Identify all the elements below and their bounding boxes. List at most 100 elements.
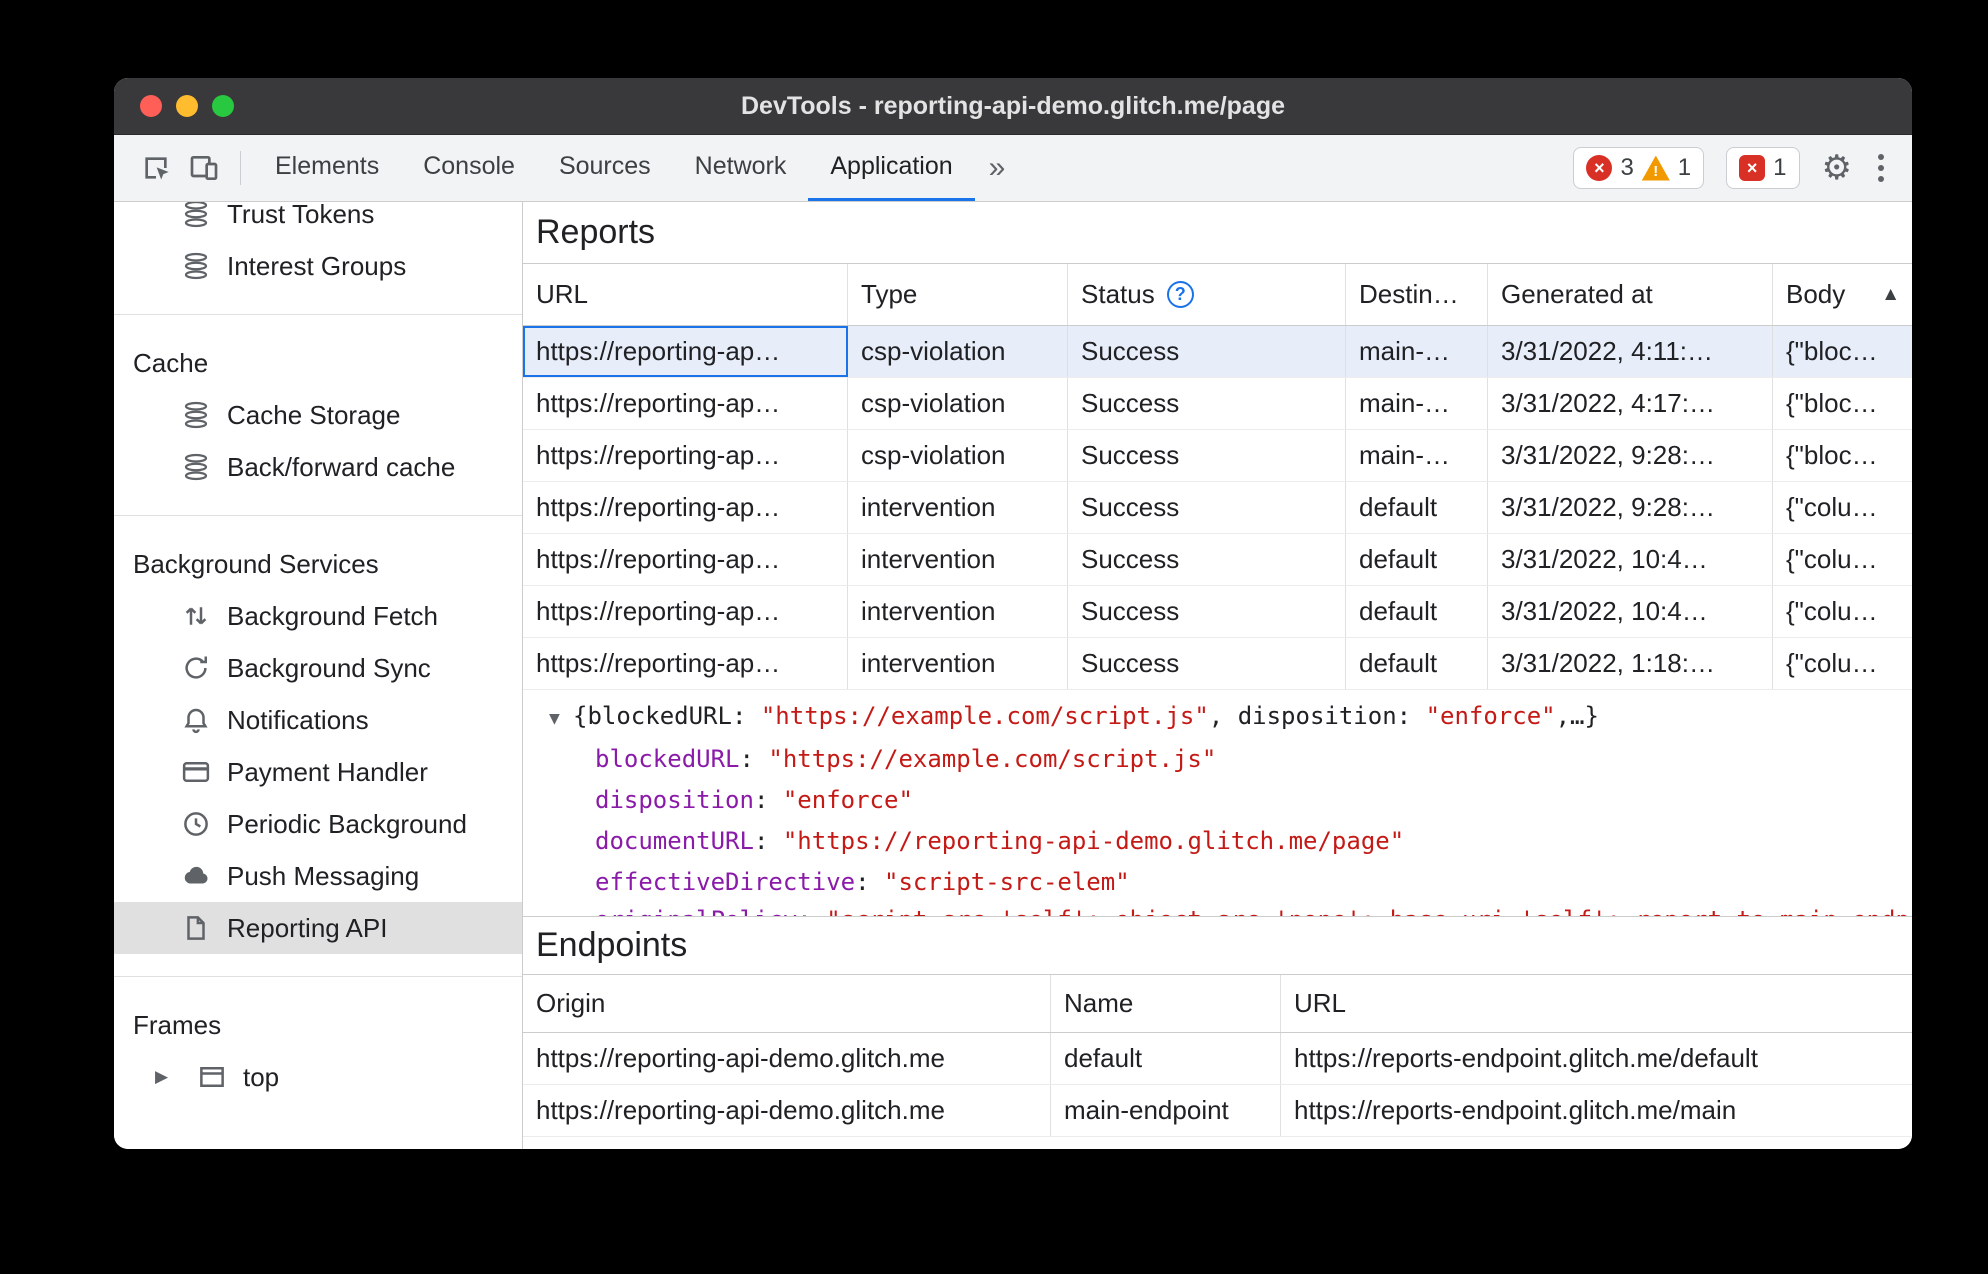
report-destination-cell[interactable]: default	[1346, 534, 1488, 585]
report-destination-cell[interactable]: default	[1346, 586, 1488, 637]
preview-brace: {	[573, 702, 588, 730]
report-body-cell[interactable]: {"bloc…	[1773, 326, 1912, 377]
close-window-button[interactable]	[140, 95, 162, 117]
report-url-cell[interactable]: https://reporting-ap…	[523, 378, 848, 429]
report-body-cell[interactable]: {"colu…	[1773, 638, 1912, 689]
report-type-cell[interactable]: intervention	[848, 638, 1068, 689]
column-header-status[interactable]: Status ?	[1068, 264, 1346, 325]
sidebar-item-trust-tokens[interactable]: Trust Tokens	[114, 202, 522, 240]
report-type-cell[interactable]: csp-violation	[848, 430, 1068, 481]
endpoint-name-cell[interactable]: default	[1051, 1033, 1281, 1084]
tab-application[interactable]: Application	[808, 135, 975, 201]
tab-elements[interactable]: Elements	[253, 135, 401, 201]
endpoint-origin-cell[interactable]: https://reporting-api-demo.glitch.me	[523, 1085, 1051, 1136]
sidebar-item-reporting-api[interactable]: Reporting API	[114, 902, 522, 954]
collapse-toggle-icon[interactable]: ▼	[549, 698, 573, 739]
endpoint-name-cell[interactable]: main-endpoint	[1051, 1085, 1281, 1136]
report-generated-cell[interactable]: 3/31/2022, 4:11:…	[1488, 326, 1773, 377]
report-row[interactable]: https://reporting-ap… csp-violation Succ…	[523, 378, 1912, 430]
minimize-window-button[interactable]	[176, 95, 198, 117]
sidebar-item-back-forward-cache[interactable]: Back/forward cache	[114, 441, 522, 493]
report-generated-cell[interactable]: 3/31/2022, 10:4…	[1488, 534, 1773, 585]
tab-network[interactable]: Network	[673, 135, 809, 201]
report-generated-cell[interactable]: 3/31/2022, 1:18:…	[1488, 638, 1773, 689]
report-generated-cell[interactable]: 3/31/2022, 9:28:…	[1488, 482, 1773, 533]
sidebar-item-payment-handler[interactable]: Payment Handler	[114, 746, 522, 798]
column-header-name[interactable]: Name	[1051, 975, 1281, 1032]
sidebar-item-cache-storage[interactable]: Cache Storage	[114, 389, 522, 441]
endpoint-url-cell[interactable]: https://reports-endpoint.glitch.me/defau…	[1281, 1033, 1912, 1084]
report-url-cell[interactable]: https://reporting-ap…	[523, 534, 848, 585]
report-url-cell[interactable]: https://reporting-ap…	[523, 430, 848, 481]
report-url-cell[interactable]: https://reporting-ap…	[523, 482, 848, 533]
property-value: "https://reporting-api-demo.glitch.me/pa…	[782, 827, 1405, 855]
column-header-url[interactable]: URL	[523, 264, 848, 325]
tab-console[interactable]: Console	[401, 135, 537, 201]
report-status-cell[interactable]: Success	[1068, 638, 1346, 689]
device-toolbar-icon[interactable]	[180, 135, 228, 201]
issues-badge[interactable]: × 1	[1726, 147, 1800, 189]
report-destination-cell[interactable]: default	[1346, 482, 1488, 533]
column-header-endpoint-url[interactable]: URL	[1281, 975, 1912, 1032]
report-destination-cell[interactable]: default	[1346, 638, 1488, 689]
report-url-cell[interactable]: https://reporting-ap…	[523, 638, 848, 689]
sidebar-item-push-messaging[interactable]: Push Messaging	[114, 850, 522, 902]
report-type-cell[interactable]: intervention	[848, 482, 1068, 533]
settings-gear-icon[interactable]: ⚙	[1822, 151, 1852, 185]
report-generated-cell[interactable]: 3/31/2022, 9:28:…	[1488, 430, 1773, 481]
panel-tabs: Elements Console Sources Network Applica…	[253, 135, 1019, 201]
tab-sources[interactable]: Sources	[537, 135, 673, 201]
sidebar-item-background-sync[interactable]: Background Sync	[114, 642, 522, 694]
column-header-body[interactable]: Body ▲	[1773, 264, 1912, 325]
report-type-cell[interactable]: csp-violation	[848, 326, 1068, 377]
sidebar-item-background-fetch[interactable]: Background Fetch	[114, 590, 522, 642]
more-tabs-chevron-icon[interactable]: »	[975, 135, 1020, 201]
column-header-destination[interactable]: Destin…	[1346, 264, 1488, 325]
errors-warnings-badge[interactable]: × 3 ! 1	[1573, 147, 1705, 189]
report-body-cell[interactable]: {"colu…	[1773, 534, 1912, 585]
report-status-cell[interactable]: Success	[1068, 430, 1346, 481]
report-destination-cell[interactable]: main-…	[1346, 430, 1488, 481]
report-url-cell[interactable]: https://reporting-ap…	[523, 586, 848, 637]
endpoint-origin-cell[interactable]: https://reporting-api-demo.glitch.me	[523, 1033, 1051, 1084]
report-status-cell[interactable]: Success	[1068, 326, 1346, 377]
sidebar-item-top-frame[interactable]: ▶ top	[114, 1051, 522, 1103]
report-status-cell[interactable]: Success	[1068, 378, 1346, 429]
report-destination-cell[interactable]: main-…	[1346, 378, 1488, 429]
report-body-cell[interactable]: {"colu…	[1773, 482, 1912, 533]
report-type-cell[interactable]: intervention	[848, 534, 1068, 585]
report-row[interactable]: https://reporting-ap… csp-violation Succ…	[523, 326, 1912, 378]
sidebar-item-periodic-background-sync[interactable]: Periodic Background	[114, 798, 522, 850]
column-header-generated-at[interactable]: Generated at	[1488, 264, 1773, 325]
report-row[interactable]: https://reporting-ap… intervention Succe…	[523, 586, 1912, 638]
report-row[interactable]: https://reporting-ap… intervention Succe…	[523, 638, 1912, 690]
report-body-cell[interactable]: {"bloc…	[1773, 378, 1912, 429]
sidebar-item-notifications[interactable]: Notifications	[114, 694, 522, 746]
report-destination-cell[interactable]: main-…	[1346, 326, 1488, 377]
endpoint-url-cell[interactable]: https://reports-endpoint.glitch.me/main	[1281, 1085, 1912, 1136]
status-help-icon[interactable]: ?	[1166, 281, 1194, 308]
report-body-cell[interactable]: {"bloc…	[1773, 430, 1912, 481]
report-type-cell[interactable]: intervention	[848, 586, 1068, 637]
report-status-cell[interactable]: Success	[1068, 534, 1346, 585]
zoom-window-button[interactable]	[212, 95, 234, 117]
more-options-icon[interactable]	[1874, 150, 1888, 186]
inspect-element-icon[interactable]	[132, 135, 180, 201]
report-body-cell[interactable]: {"colu…	[1773, 586, 1912, 637]
column-header-origin[interactable]: Origin	[523, 975, 1051, 1032]
sidebar-item-interest-groups[interactable]: Interest Groups	[114, 240, 522, 292]
report-type-cell[interactable]: csp-violation	[848, 378, 1068, 429]
report-row[interactable]: https://reporting-ap… intervention Succe…	[523, 482, 1912, 534]
report-status-cell[interactable]: Success	[1068, 586, 1346, 637]
report-generated-cell[interactable]: 3/31/2022, 4:17:…	[1488, 378, 1773, 429]
endpoint-row[interactable]: https://reporting-api-demo.glitch.me mai…	[523, 1085, 1912, 1137]
report-row[interactable]: https://reporting-ap… intervention Succe…	[523, 534, 1912, 586]
cloud-icon	[184, 866, 208, 884]
column-header-type[interactable]: Type	[848, 264, 1068, 325]
report-status-cell[interactable]: Success	[1068, 482, 1346, 533]
report-url-cell[interactable]: https://reporting-ap…	[523, 326, 848, 377]
disclosure-triangle-icon[interactable]: ▶	[155, 1067, 181, 1087]
report-generated-cell[interactable]: 3/31/2022, 10:4…	[1488, 586, 1773, 637]
report-row[interactable]: https://reporting-ap… csp-violation Succ…	[523, 430, 1912, 482]
endpoint-row[interactable]: https://reporting-api-demo.glitch.me def…	[523, 1033, 1912, 1085]
